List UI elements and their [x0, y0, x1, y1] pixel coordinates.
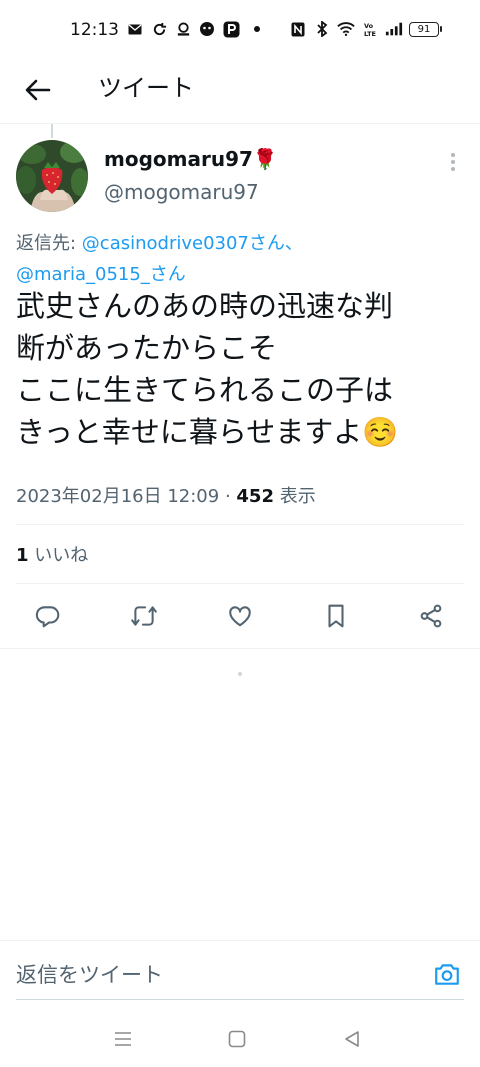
tweet-text-line: ここに生きてられるこの子は	[16, 373, 394, 407]
wifi-icon	[337, 20, 355, 38]
triangle-back-icon	[345, 1031, 359, 1047]
camera-button[interactable]	[432, 959, 462, 989]
tweet-text-line: 武史さんのあの時の迅速な判	[16, 289, 394, 323]
reply-button[interactable]	[30, 598, 66, 634]
nfc-icon	[289, 20, 307, 38]
system-icons: Vo LTE 91	[289, 20, 442, 38]
system-back-button[interactable]	[337, 1024, 367, 1054]
reply-to-prefix: 返信先:	[16, 233, 82, 254]
tweet-text: 武史さんのあの時の迅速な判 断があったからこそ ここに生きてられるこの子は きっ…	[16, 285, 466, 453]
reply-composer: 返信をツイート	[0, 940, 480, 1002]
back-button[interactable]	[20, 72, 56, 108]
status-time: 12:13	[70, 20, 119, 40]
retweet-icon	[131, 606, 157, 626]
sync-icon	[150, 20, 168, 38]
mention-link[interactable]: @casinodrive0307さん、	[82, 233, 303, 254]
bookmark-button[interactable]	[318, 598, 354, 634]
page-title: ツイート	[98, 74, 194, 102]
svg-text:LTE: LTE	[364, 30, 376, 37]
display-name[interactable]: mogomaru97🌹	[104, 147, 278, 171]
tweet-meta: 2023年02月16日 12:09 · 452 表示	[16, 482, 316, 508]
like-button[interactable]	[222, 598, 258, 634]
divider	[0, 648, 480, 649]
retweet-button[interactable]	[126, 598, 162, 634]
tweet-actions	[0, 598, 480, 634]
svg-text:Vo: Vo	[364, 22, 374, 30]
mention-link[interactable]: @maria_0515_さん	[16, 264, 186, 285]
like-count: 1	[16, 545, 29, 566]
strawberry-photo-icon	[16, 140, 88, 212]
pay-app-icon	[222, 20, 240, 38]
bluetooth-icon	[313, 20, 331, 38]
bookmark-icon	[328, 604, 344, 628]
meta-separator: ·	[219, 486, 237, 507]
reply-input[interactable]: 返信をツイート	[16, 959, 163, 989]
like-label: いいね	[28, 545, 89, 566]
recent-apps-button[interactable]	[108, 1024, 138, 1054]
reply-to-line: 返信先: @casinodrive0307さん、 @maria_0515_さん	[16, 228, 456, 290]
rose-emoji: 🌹	[252, 147, 278, 171]
tweet-text-line: 断があったからこそ	[16, 331, 278, 365]
app-notification-icon	[174, 20, 192, 38]
volte-icon: Vo LTE	[361, 20, 379, 38]
display-name-text: mogomaru97	[104, 147, 253, 171]
more-options-button[interactable]	[445, 150, 461, 174]
arrow-left-icon	[25, 79, 51, 101]
avatar[interactable]	[16, 140, 88, 212]
camera-icon	[435, 964, 459, 985]
more-notifications-dot	[254, 26, 260, 32]
loading-indicator	[238, 672, 242, 676]
status-bar: 12:13 Vo LTE 91	[0, 0, 480, 62]
system-nav-bar	[0, 1010, 480, 1067]
face-notification-icon	[198, 20, 216, 38]
reply-underline	[16, 999, 464, 1000]
tweet-timestamp[interactable]: 2023年02月16日 12:09	[16, 486, 219, 507]
likes-summary[interactable]: 1 いいね	[16, 541, 88, 567]
battery-icon: 91	[409, 21, 442, 37]
menu-icon	[115, 1032, 131, 1046]
notification-icons	[126, 20, 260, 38]
heart-icon	[229, 606, 251, 627]
home-button[interactable]	[222, 1024, 252, 1054]
divider	[16, 583, 464, 584]
reply-icon	[35, 606, 60, 628]
tweet-text-line: きっと幸せに暮らせますよ☺️	[16, 415, 399, 449]
view-label: 表示	[273, 486, 316, 507]
top-app-bar: ツイート	[0, 62, 480, 124]
user-handle[interactable]: @mogomaru97	[104, 180, 259, 204]
share-button[interactable]	[413, 598, 449, 634]
view-count: 452	[236, 486, 274, 507]
battery-level: 91	[409, 21, 439, 37]
share-icon	[420, 604, 442, 628]
square-home-icon	[228, 1030, 246, 1048]
signal-icon	[385, 20, 403, 38]
divider	[16, 524, 464, 525]
mail-icon	[126, 20, 144, 38]
thread-connector	[51, 124, 53, 138]
